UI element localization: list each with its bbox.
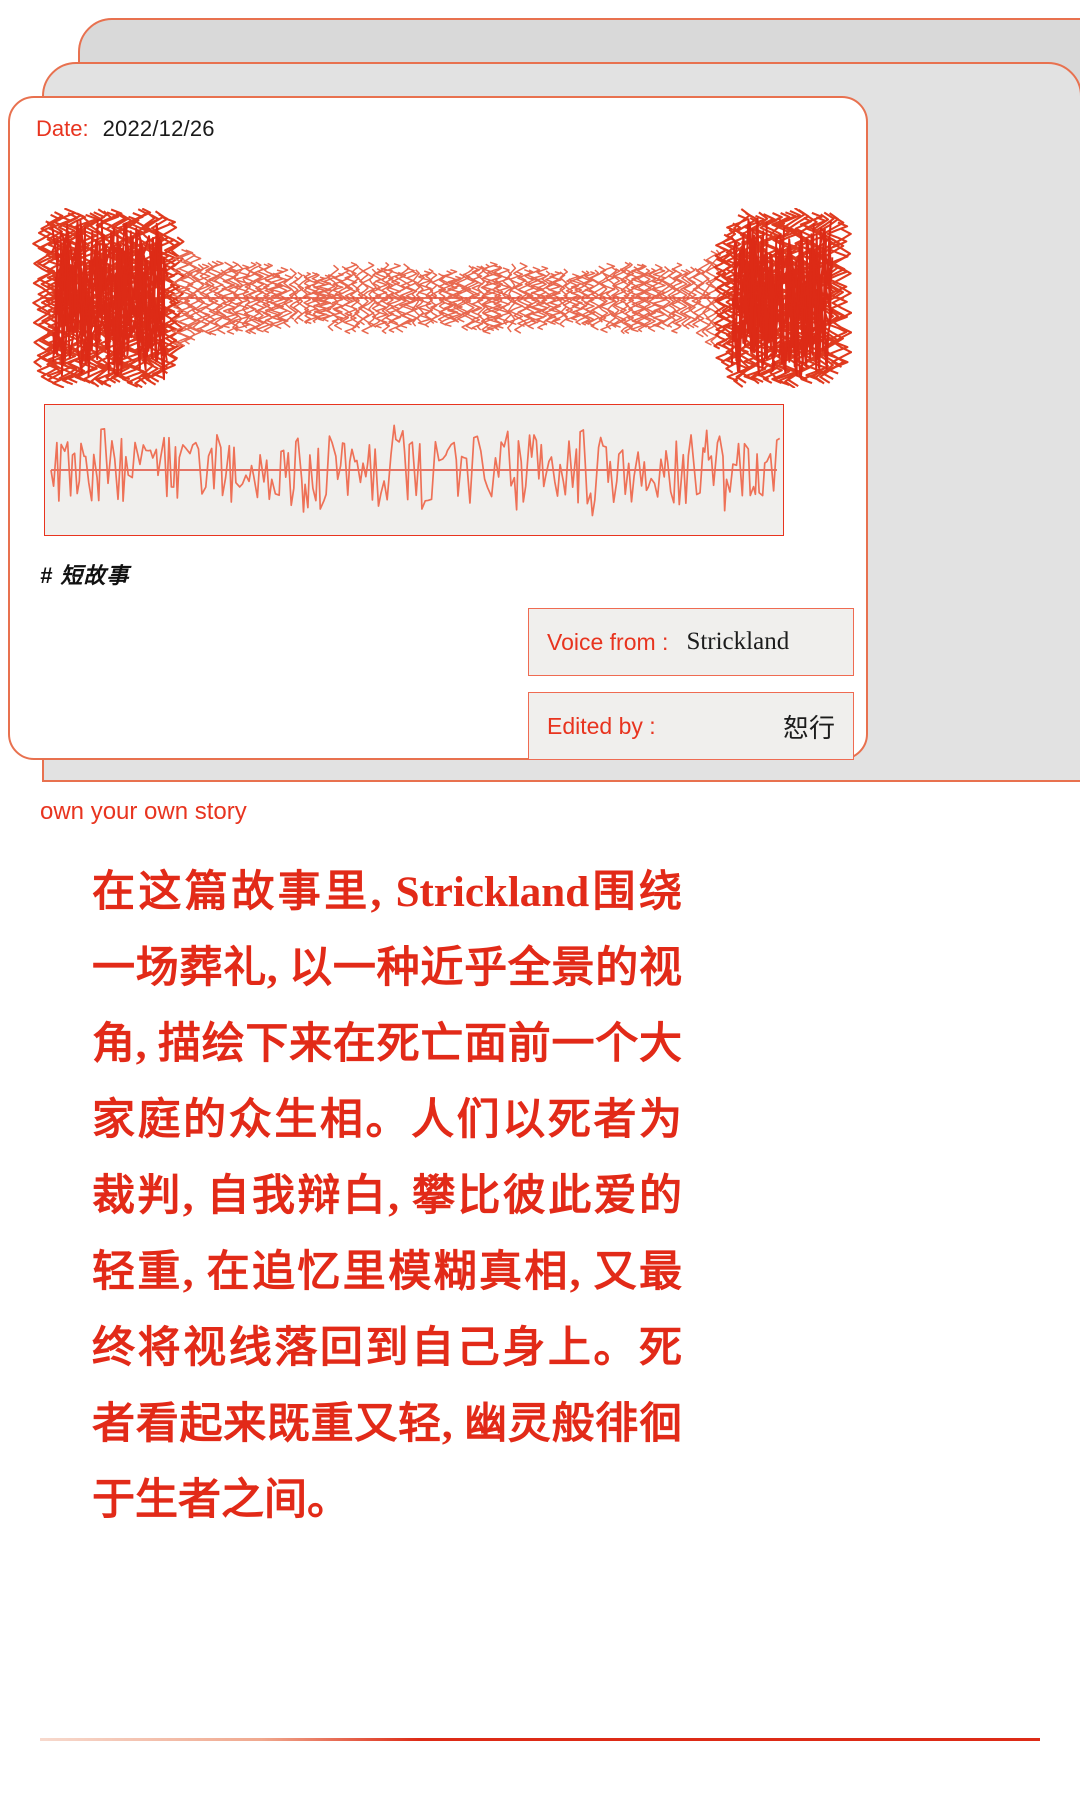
tagline: own your own story	[40, 798, 247, 825]
bottom-divider	[40, 1738, 1040, 1741]
audio-waveform-panel	[44, 404, 784, 536]
audio-scribble-waveform	[32, 207, 853, 389]
voice-from-box: Voice from : Strickland	[528, 608, 854, 676]
edited-by-box: Edited by : 恕行	[528, 692, 854, 760]
date-label: Date:	[36, 116, 89, 141]
date-value: 2022/12/26	[102, 116, 215, 141]
voice-from-label: Voice from :	[547, 628, 669, 655]
edited-by-value: 恕行	[782, 713, 835, 743]
voice-from-value: Strickland	[686, 628, 790, 655]
story-card-stack: Date: 2022/12/26 # 短故事 Voice from : Stri…	[0, 0, 1080, 880]
edited-by-label: Edited by :	[547, 712, 656, 739]
story-paragraph: 在这篇故事里, Strickland围绕一场葬礼, 以一种近乎全景的视角, 描绘…	[92, 869, 682, 1524]
date-row: Date: 2022/12/26	[36, 116, 215, 142]
story-card: Date: 2022/12/26 # 短故事 Voice from : Stri…	[8, 96, 868, 825]
hashtag-label[interactable]: # 短故事	[40, 558, 129, 590]
